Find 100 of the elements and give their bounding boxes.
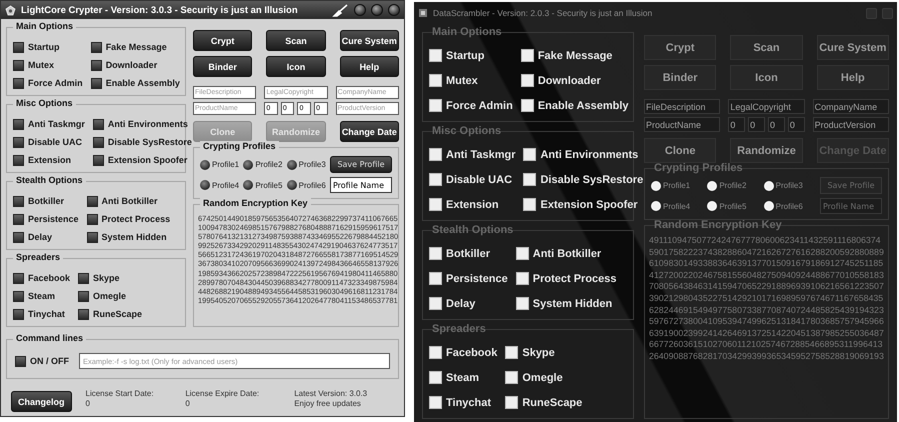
checkbox[interactable] [523,148,536,161]
option-label[interactable]: System Hidden [102,232,167,242]
profile-label[interactable]: Profile6 [776,202,803,210]
profile-label[interactable]: Profile2 [719,181,746,190]
option-label[interactable]: Anti Botkiller [102,196,158,206]
action-button[interactable]: Help [340,56,399,77]
option-label[interactable]: Anti Environments [108,119,188,129]
maximize-button[interactable] [371,4,383,16]
option-label[interactable]: Delay [28,232,52,242]
action-button[interactable]: Scan [266,30,326,51]
save-profile-button[interactable]: Save Profile [330,156,392,173]
checkbox[interactable] [92,154,104,166]
option-label[interactable]: Force Admin [28,78,83,88]
option-label[interactable]: Steam [446,372,480,384]
profile-label[interactable]: Profile3 [298,160,326,169]
option-label[interactable]: Downloader [538,74,601,86]
action-button[interactable]: Icon [730,65,803,90]
action-button[interactable]: Clone [644,138,716,163]
checkbox[interactable] [429,247,442,260]
option-label[interactable]: Delay [446,298,476,310]
text-field[interactable]: ProductName [644,117,720,132]
checkbox[interactable] [13,78,24,88]
option-label[interactable]: Startup [28,42,60,52]
option-label[interactable]: Anti Taskmgr [446,148,516,160]
action-button[interactable]: Help [816,65,889,90]
checkbox[interactable] [13,232,24,242]
option-label[interactable]: Skype [93,273,120,283]
checkbox[interactable] [86,196,98,206]
checkbox[interactable] [13,42,24,52]
version-field[interactable]: 0 [728,117,746,132]
action-button[interactable]: Cure System [340,30,399,51]
checkbox[interactable] [13,196,24,206]
action-button[interactable]: Icon [266,56,326,77]
text-field[interactable]: LegalCopyright [728,99,805,114]
checkbox[interactable] [86,214,98,224]
radio-button[interactable] [286,160,297,170]
option-label[interactable]: Startup [446,50,484,62]
action-button[interactable]: Cure System [816,35,889,60]
text-field[interactable]: FileDescription [644,99,720,114]
radio-button[interactable] [286,180,297,190]
profile-label[interactable]: Profile2 [255,160,282,169]
checkbox[interactable] [429,346,442,359]
profile-label[interactable]: Profile5 [255,180,282,190]
radio-button[interactable] [707,180,718,190]
action-button[interactable]: Binder [644,65,716,90]
checkbox[interactable] [505,396,518,409]
option-label[interactable]: Tinychat [446,396,492,408]
checkbox[interactable] [90,60,102,70]
changelog-button[interactable]: Changelog [11,391,72,412]
checkbox[interactable] [429,148,442,161]
profile-label[interactable]: Profile4 [212,180,240,190]
option-label[interactable]: Omegle [93,291,126,301]
option-label[interactable]: Skype [522,346,555,358]
checkbox[interactable] [429,49,442,62]
checkbox[interactable] [90,78,102,88]
option-label[interactable]: Mutex [28,60,54,70]
checkbox[interactable] [520,74,534,87]
checkbox[interactable] [13,272,24,284]
option-label[interactable]: Protect Process [102,214,170,224]
profile-label[interactable]: Profile5 [719,202,746,210]
action-button[interactable]: Binder [193,56,252,77]
checkbox[interactable] [13,290,24,302]
checkbox[interactable] [13,308,24,320]
option-label[interactable]: Fake Message [106,42,167,52]
version-field[interactable]: 0 [748,117,765,132]
option-label[interactable]: Downloader [106,60,158,70]
option-label[interactable]: Omegle [522,372,563,384]
action-button[interactable]: Change Date [340,121,399,142]
version-field[interactable]: 0 [788,117,805,132]
option-label[interactable]: Extension Spoofer [108,155,188,165]
checkbox[interactable] [523,173,536,186]
checkbox[interactable] [15,356,26,366]
action-button[interactable]: Randomize [730,138,803,163]
option-label[interactable]: Disable SysRestore [540,174,644,186]
action-button[interactable]: Crypt [644,35,716,60]
close-button[interactable] [388,4,400,16]
version-field[interactable]: 0 [768,117,785,132]
checkbox[interactable] [92,136,104,148]
option-label[interactable]: Botkiller [446,248,490,260]
option-label[interactable]: Enable Assembly [538,100,629,112]
radio-button[interactable] [243,160,254,170]
radio-button[interactable] [200,180,210,190]
checkbox[interactable] [429,99,442,112]
minimize-button[interactable] [354,4,366,16]
checkbox[interactable] [90,42,102,52]
option-label[interactable]: Facebook [28,273,70,283]
text-field[interactable]: CompanyName [812,99,889,114]
option-label[interactable]: Disable SysRestore [108,137,192,147]
checkbox[interactable] [13,136,24,148]
radio-button[interactable] [243,180,254,190]
checkbox[interactable] [516,297,529,310]
profile-label[interactable]: Profile1 [212,160,240,169]
checkbox[interactable] [516,272,529,285]
checkbox[interactable] [429,371,442,384]
option-label[interactable]: Facebook [446,346,498,358]
profile-name-field[interactable]: Profile Name [330,177,392,193]
checkbox[interactable] [429,198,442,211]
option-label[interactable]: Anti Taskmgr [28,119,85,129]
checkbox[interactable] [13,214,24,224]
option-label[interactable]: Botkiller [28,196,64,206]
